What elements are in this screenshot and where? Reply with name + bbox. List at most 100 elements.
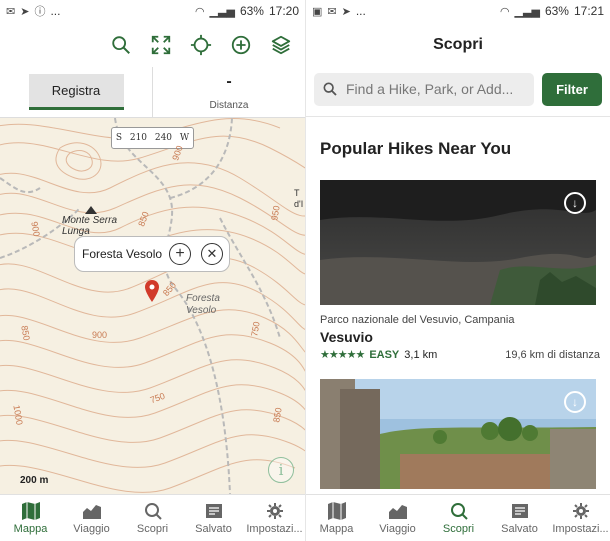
close-popup-button[interactable]: ✕	[201, 243, 223, 265]
search-icon	[112, 35, 130, 54]
discover-screen: ▣ ✉ ➤ ... ◠ ▁▃▅ 63% 17:21 Scopri Filter …	[305, 0, 610, 541]
nav-mappa[interactable]: Mappa	[306, 495, 367, 541]
search-input[interactable]	[346, 81, 526, 97]
nav-label: Viaggio	[73, 522, 110, 535]
chart-icon	[388, 504, 407, 519]
ruins-image	[320, 379, 596, 489]
location-popup: Foresta Vesolo + ✕	[74, 236, 230, 272]
nav-salvato[interactable]: Salvato	[183, 495, 244, 541]
compass-label: 210	[129, 133, 148, 143]
star-rating: ★★★★★	[320, 349, 365, 361]
signal-icon: ▁▃▅	[514, 5, 540, 18]
nav-label: Mappa	[13, 522, 48, 535]
layers-icon	[271, 35, 291, 54]
nav-label: Scopri	[136, 522, 169, 535]
nav-viaggio[interactable]: Viaggio	[61, 495, 122, 541]
info-button[interactable]: i	[268, 457, 294, 483]
page-title: Scopri	[433, 35, 483, 53]
wifi-icon: ◠	[499, 5, 510, 18]
hike-length: 3,1 km	[404, 348, 438, 361]
download-icon[interactable]: ↓	[564, 391, 586, 413]
contour-lines	[0, 118, 305, 494]
nav-label: Scopri	[442, 522, 475, 535]
topo-map[interactable]: S 210 240 W Monte Serra Lunga Foresta Ve…	[0, 118, 305, 494]
send-icon: ➤	[341, 5, 351, 18]
hike-card[interactable]: ↓ Parco nazionale del Vesuvio, Campania …	[320, 180, 600, 361]
distance-label: Distanza	[209, 100, 249, 111]
peak-icon	[85, 206, 97, 214]
difficulty-badge: EASY	[369, 348, 400, 361]
fullscreen-button[interactable]	[145, 29, 177, 61]
notification-icon: ✉	[6, 5, 16, 18]
download-icon[interactable]: ↓	[564, 192, 586, 214]
status-time: 17:21	[573, 4, 604, 18]
edge-label: T d'I	[294, 188, 304, 209]
nav-label: Viaggio	[379, 522, 416, 535]
map-icon	[327, 501, 346, 520]
location-pin-icon[interactable]	[145, 280, 159, 302]
crater-image	[320, 180, 596, 305]
nav-impostazioni[interactable]: Impostazi...	[550, 495, 610, 541]
nav-impostazioni[interactable]: Impostazi...	[244, 495, 305, 541]
hike-photo: ↓	[320, 180, 596, 305]
map-toolbar	[0, 22, 305, 67]
saved-icon	[205, 503, 222, 518]
gear-icon	[572, 502, 589, 519]
gear-icon	[266, 502, 283, 519]
close-icon: ✕	[206, 246, 218, 261]
nav-label: Salvato	[195, 522, 232, 535]
popup-title: Foresta Vesolo	[82, 247, 163, 261]
record-button[interactable]: Registra	[28, 74, 124, 110]
section-title: Popular Hikes Near You	[320, 139, 512, 158]
compass-label: W	[179, 133, 190, 143]
nav-label: Impostazi...	[552, 522, 609, 535]
hike-card[interactable]: ↓	[320, 379, 600, 489]
distance-value: -	[226, 73, 232, 90]
hike-meta: ★★★★★ EASY 3,1 km 19,6 km di distanza	[320, 348, 600, 362]
add-button[interactable]	[225, 29, 257, 61]
compass-label: 240	[154, 133, 173, 143]
search-icon	[450, 502, 468, 520]
bottom-nav: Mappa Viaggio Scopri Salvato Impostazi..…	[0, 494, 305, 541]
hike-name: Vesuvio	[320, 329, 373, 345]
search-button[interactable]	[105, 29, 137, 61]
nav-viaggio[interactable]: Viaggio	[367, 495, 428, 541]
send-icon: ➤	[20, 5, 30, 18]
add-location-button[interactable]: +	[169, 243, 191, 265]
status-bar: ✉ ➤ ⓘ ... ◠ ▁▃▅ 63% 17:20	[0, 0, 305, 22]
crosshair-icon	[190, 34, 212, 55]
image-icon: ▣	[312, 5, 323, 18]
nav-label: Salvato	[501, 522, 538, 535]
nav-label: Impostazi...	[246, 522, 303, 535]
distance-display: - Distanza	[152, 67, 305, 117]
search-row: Filter	[306, 67, 610, 111]
battery-level: 63%	[239, 4, 264, 18]
nav-scopri[interactable]: Scopri	[122, 495, 183, 541]
plus-icon: +	[175, 245, 185, 262]
nav-scopri[interactable]: Scopri	[428, 495, 489, 541]
scale-label: 200 m	[20, 475, 49, 486]
hike-distance: 19,6 km di distanza	[505, 348, 600, 361]
nav-mappa[interactable]: Mappa	[0, 495, 61, 541]
map-screen: ✉ ➤ ⓘ ... ◠ ▁▃▅ 63% 17:20 Registra - Dis…	[0, 0, 305, 541]
search-field[interactable]	[314, 72, 534, 106]
contour-label: 900	[92, 330, 108, 340]
record-bar: Registra - Distanza	[0, 67, 305, 118]
nav-label: Mappa	[319, 522, 354, 535]
layers-button[interactable]	[265, 29, 297, 61]
status-bar: ▣ ✉ ➤ ... ◠ ▁▃▅ 63% 17:21	[306, 0, 610, 22]
forest-label: Foresta Vesolo	[186, 293, 220, 316]
expand-icon	[151, 35, 171, 54]
saved-icon	[511, 503, 528, 518]
nav-salvato[interactable]: Salvato	[489, 495, 550, 541]
battery-level: 63%	[544, 4, 569, 18]
notification-icon: ✉	[327, 5, 337, 18]
search-icon	[323, 82, 337, 96]
signal-icon: ▁▃▅	[209, 5, 235, 18]
filter-button[interactable]: Filter	[542, 72, 602, 106]
chart-icon	[82, 504, 101, 519]
plus-circle-icon	[231, 35, 251, 54]
peak-label: Monte Serra Lunga	[62, 215, 118, 237]
locate-button[interactable]	[185, 29, 217, 61]
bottom-nav: Mappa Viaggio Scopri Salvato Impostazi..…	[306, 494, 610, 541]
